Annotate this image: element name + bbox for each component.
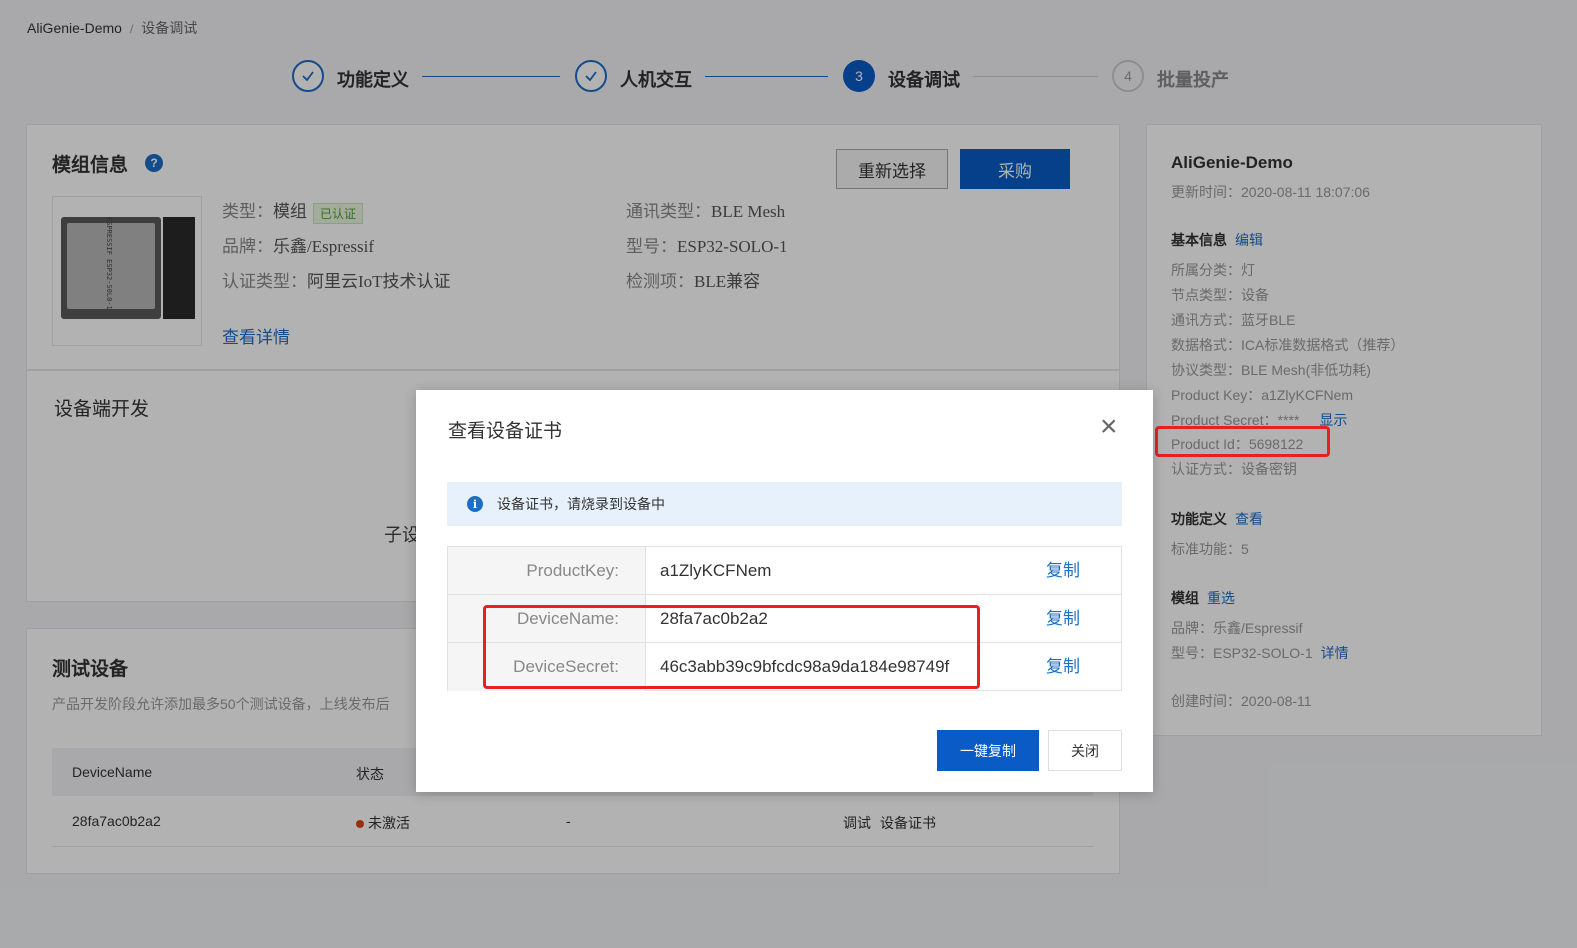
cred-value: a1ZlyKCFNem xyxy=(660,561,772,580)
copy-device-secret-button[interactable]: 复制 xyxy=(1046,643,1080,690)
cred-row-product-key: ProductKey: a1ZlyKCFNem 复制 xyxy=(448,547,1121,595)
product-id-highlight xyxy=(1155,426,1330,457)
info-icon: i xyxy=(467,496,483,512)
modal-title: 查看设备证书 xyxy=(448,421,563,442)
info-alert: i 设备证书，请烧录到设备中 xyxy=(447,482,1122,526)
device-cert-modal: 查看设备证书 × i 设备证书，请烧录到设备中 ProductKey: a1Zl… xyxy=(416,390,1153,792)
cred-key: ProductKey: xyxy=(448,547,646,594)
copy-device-name-button[interactable]: 复制 xyxy=(1046,595,1080,642)
copy-all-button[interactable]: 一键复制 xyxy=(937,730,1039,771)
copy-product-key-button[interactable]: 复制 xyxy=(1046,547,1080,594)
credentials-highlight xyxy=(483,605,980,689)
alert-text: 设备证书，请烧录到设备中 xyxy=(497,496,665,512)
close-icon[interactable]: × xyxy=(1100,412,1118,442)
modal-close-button[interactable]: 关闭 xyxy=(1048,730,1122,771)
